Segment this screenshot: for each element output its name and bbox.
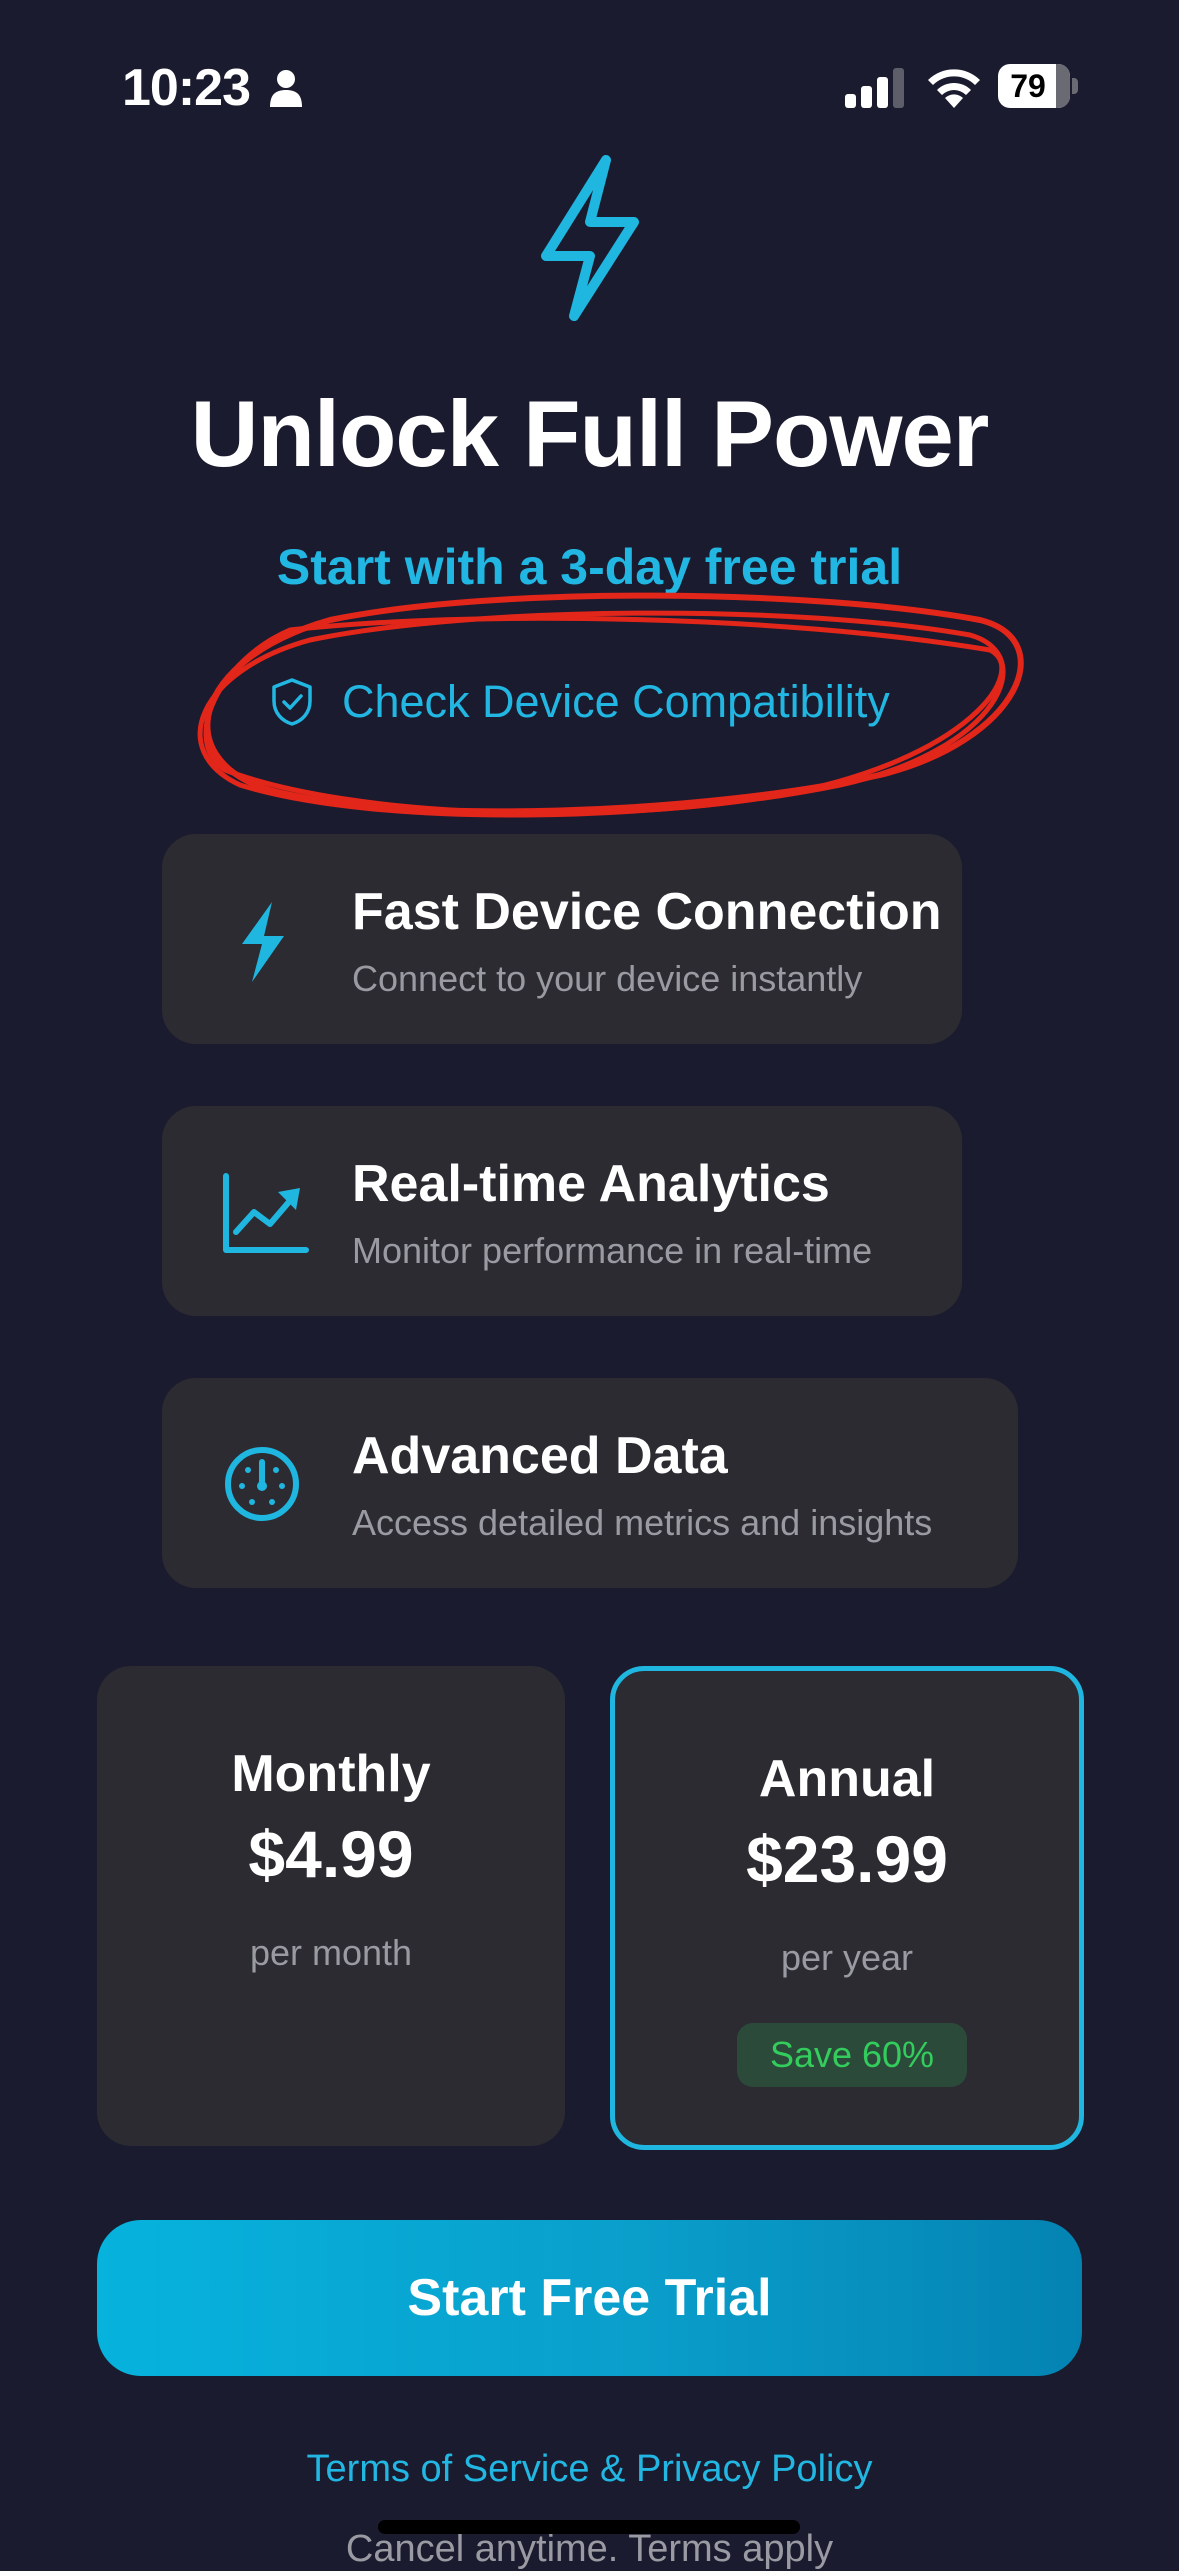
plan-price: $4.99 [248,1817,414,1891]
feature-description: Connect to your device instantly [352,958,863,999]
plan-price: $23.99 [746,1822,948,1896]
plan-card-monthly[interactable]: Monthly $4.99 per month [97,1666,565,2146]
feature-title: Fast Device Connection [352,883,942,941]
terms-link[interactable]: Terms of Service & Privacy Policy [0,2448,1179,2491]
feature-description: Monitor performance in real-time [352,1230,873,1271]
status-time: 10:23 [122,59,251,117]
feature-card-analytics: Real-time Analytics Monitor performance … [162,1106,962,1316]
chart-icon [223,1173,309,1253]
bolt-icon [541,155,639,321]
compatibility-label: Check Device Compatibility [342,676,890,727]
feature-card-fast-connection: Fast Device Connection Connect to your d… [162,834,962,1044]
page-subtitle: Start with a 3-day free trial [276,539,903,595]
home-indicator[interactable] [378,2520,800,2534]
gauge-icon [225,1447,299,1521]
wifi-icon [928,69,980,108]
plan-period: per month [249,1932,413,1973]
plan-card-annual[interactable]: Annual $23.99 per year Save 60% [610,1666,1084,2150]
feature-title: Real-time Analytics [352,1155,830,1213]
plan-period: per year [780,1937,914,1978]
battery-icon: 79 [998,64,1080,110]
shield-check-icon [272,678,312,726]
page-title: Unlock Full Power [190,381,990,486]
feature-description: Access detailed metrics and insights [352,1502,933,1543]
plan-name: Annual [758,1750,936,1808]
feature-title: Advanced Data [352,1427,728,1485]
bolt-icon [242,902,284,982]
check-compatibility-link[interactable]: Check Device Compatibility [270,670,890,734]
start-free-trial-button[interactable]: Start Free Trial [97,2220,1082,2376]
battery-level: 79 [1010,68,1046,104]
cancel-note: Cancel anytime. Terms apply [345,2528,834,2570]
feature-card-advanced-data: Advanced Data Access detailed metrics an… [162,1378,1018,1588]
person-icon [270,70,302,107]
plan-name: Monthly [231,1745,431,1803]
signal-icon [845,68,904,108]
save-badge: Save 60% [737,2023,967,2087]
